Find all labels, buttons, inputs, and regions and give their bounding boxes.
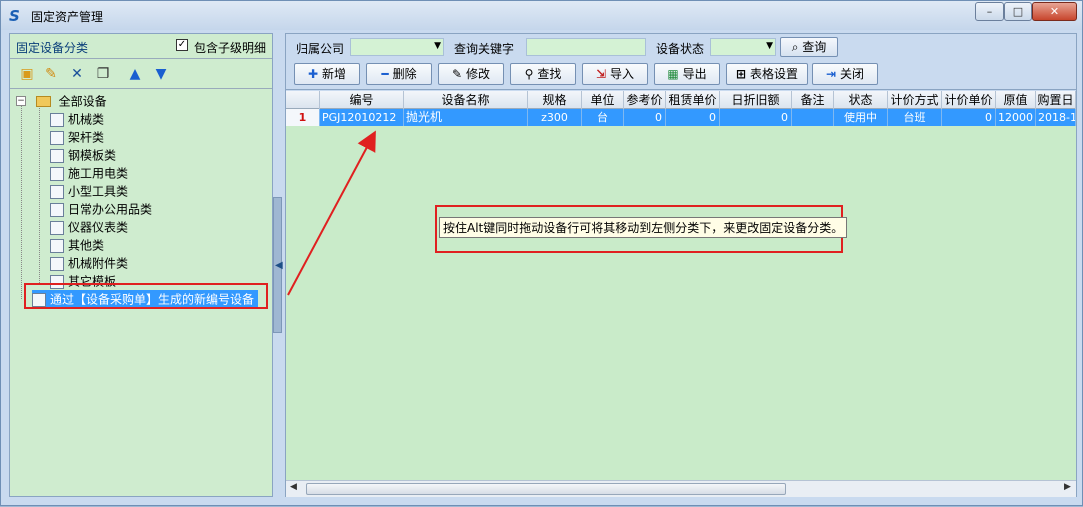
- annotation-arrow: [287, 130, 376, 296]
- app-window: S 固定资产管理 – □ ✕ 固定设备分类 ✓ 包含子级明细 ▣ ✎ ✕ ❐ ▲…: [0, 0, 1083, 506]
- arrow-line: [287, 130, 376, 296]
